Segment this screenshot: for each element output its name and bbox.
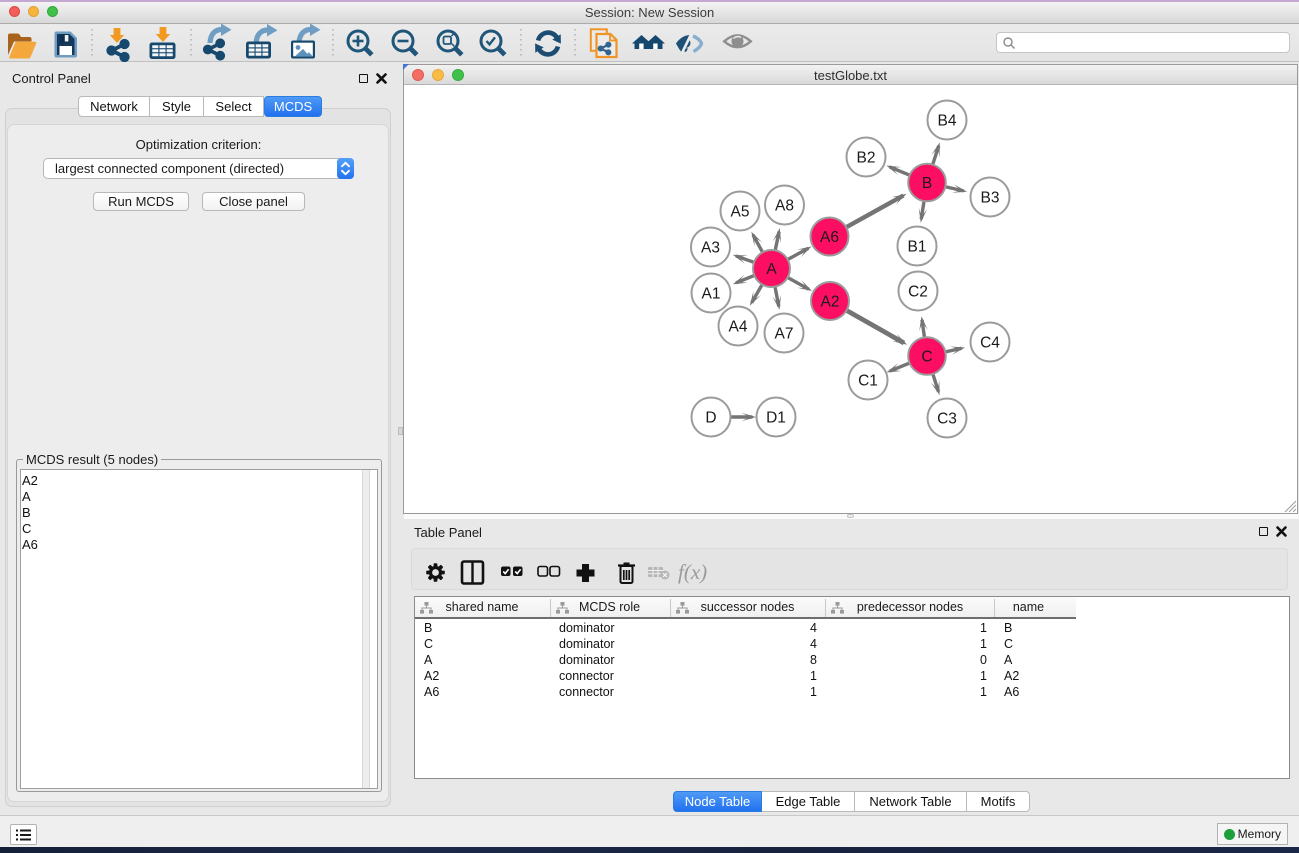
svg-text:B1: B1 <box>908 239 927 256</box>
svg-text:A8: A8 <box>775 198 794 215</box>
svg-text:D: D <box>705 410 716 427</box>
svg-text:A5: A5 <box>731 204 750 221</box>
svg-text:A3: A3 <box>701 240 720 257</box>
svg-text:B4: B4 <box>938 113 957 130</box>
svg-text:A2: A2 <box>821 294 840 311</box>
svg-text:A7: A7 <box>775 326 794 343</box>
svg-text:A1: A1 <box>702 286 721 303</box>
svg-text:C1: C1 <box>858 373 878 390</box>
svg-text:C: C <box>921 349 932 366</box>
svg-text:B2: B2 <box>857 150 876 167</box>
svg-text:C4: C4 <box>980 335 1000 352</box>
svg-text:B3: B3 <box>981 190 1000 207</box>
svg-text:C3: C3 <box>937 411 957 428</box>
svg-text:A6: A6 <box>820 229 839 246</box>
svg-text:A: A <box>766 261 777 278</box>
svg-text:f(x): f(x) <box>678 560 707 584</box>
svg-text:D1: D1 <box>766 410 786 427</box>
svg-text:B: B <box>922 175 932 192</box>
svg-text:C2: C2 <box>908 284 928 301</box>
svg-text:A4: A4 <box>729 319 748 336</box>
